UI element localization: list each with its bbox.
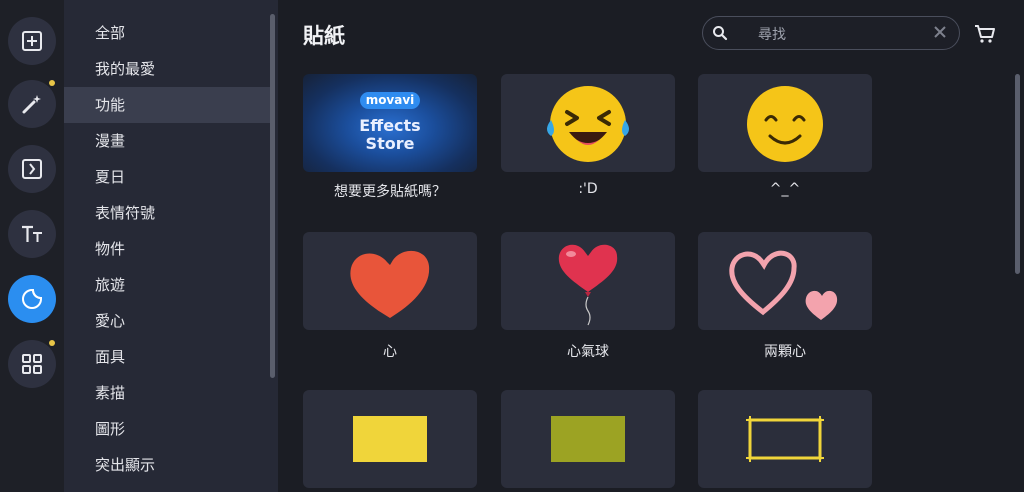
sticker-tile[interactable] bbox=[303, 390, 477, 488]
heart-balloon-icon bbox=[558, 244, 618, 326]
category-item[interactable]: 素描 bbox=[64, 375, 270, 411]
page-title: 貼紙 bbox=[303, 24, 345, 48]
titles-icon bbox=[22, 225, 42, 242]
category-list: 全部 我的最愛 功能 漫畫 夏日 表情符號 物件 旅遊 愛心 面具 素描 圖形 … bbox=[64, 0, 278, 492]
stickers-icon bbox=[22, 289, 42, 309]
tile-caption: 想要更多貼紙嗎？ bbox=[334, 184, 446, 200]
tile-caption: 心 bbox=[383, 344, 397, 360]
stickers-button[interactable] bbox=[8, 275, 56, 323]
sticker-tile[interactable] bbox=[698, 74, 872, 172]
notification-dot bbox=[49, 80, 55, 86]
category-item[interactable]: 愛心 bbox=[64, 303, 270, 339]
category-item[interactable]: 物件 bbox=[64, 231, 270, 267]
sticker-tile[interactable] bbox=[698, 390, 872, 488]
search-input[interactable]: 尋找 bbox=[758, 24, 786, 44]
store-line-1: Effects bbox=[359, 116, 421, 135]
olive-rectangle-icon bbox=[551, 416, 625, 462]
sticker-tile[interactable] bbox=[501, 232, 675, 330]
category-item[interactable]: 全部 bbox=[64, 15, 270, 51]
effects-store-tile[interactable]: movavi Effects Store bbox=[303, 74, 477, 172]
tile-caption: :'D bbox=[578, 181, 598, 197]
category-item[interactable]: 夏日 bbox=[64, 159, 270, 195]
sticker-tile[interactable] bbox=[698, 232, 872, 330]
two-hearts-icon bbox=[729, 250, 838, 320]
frame-outline-icon bbox=[746, 416, 824, 462]
cart-icon[interactable] bbox=[974, 24, 996, 44]
transitions-button[interactable] bbox=[8, 145, 56, 193]
sticker-tile[interactable] bbox=[501, 74, 675, 172]
search-field[interactable]: 尋找 bbox=[702, 16, 960, 50]
tile-caption: 兩顆心 bbox=[764, 344, 806, 360]
category-item[interactable]: 面具 bbox=[64, 339, 270, 375]
close-icon[interactable] bbox=[931, 23, 949, 41]
heart-icon bbox=[350, 250, 430, 318]
category-item[interactable]: 旅遊 bbox=[64, 267, 270, 303]
tile-caption: 心氣球 bbox=[567, 344, 609, 360]
smiling-emoji-icon bbox=[747, 86, 823, 162]
category-scrollbar[interactable] bbox=[270, 14, 275, 378]
sticker-panel: 貼紙 尋找 movavi Effects Store 想要更多貼紙嗎？:'D … bbox=[278, 0, 1024, 492]
sticker-tile[interactable] bbox=[303, 232, 477, 330]
add-media-button[interactable] bbox=[8, 17, 56, 65]
titles-button[interactable] bbox=[8, 210, 56, 258]
notification-dot bbox=[49, 340, 55, 346]
add-media-icon bbox=[22, 31, 42, 51]
category-item[interactable]: 漫畫 bbox=[64, 123, 270, 159]
tile-caption: ^_^ bbox=[769, 181, 801, 197]
more-tools-button[interactable] bbox=[8, 340, 56, 388]
brand-logo: movavi bbox=[360, 92, 420, 109]
category-item[interactable]: 突出顯示 bbox=[64, 447, 270, 483]
magic-wand-icon bbox=[22, 95, 41, 114]
sticker-scrollbar[interactable] bbox=[1015, 74, 1020, 274]
more-tools-icon bbox=[22, 354, 42, 374]
laughing-emoji-icon bbox=[547, 86, 629, 162]
sticker-tile[interactable] bbox=[501, 390, 675, 488]
category-item[interactable]: 圖形 bbox=[64, 411, 270, 447]
store-line-2: Store bbox=[365, 134, 415, 153]
tool-rail bbox=[0, 0, 65, 492]
transition-icon bbox=[22, 159, 42, 179]
category-item[interactable]: 表情符號 bbox=[64, 195, 270, 231]
yellow-rectangle-icon bbox=[353, 416, 427, 462]
search-icon bbox=[713, 26, 728, 41]
filters-button[interactable] bbox=[8, 80, 56, 128]
category-item[interactable]: 我的最愛 bbox=[64, 51, 270, 87]
category-item-active[interactable]: 功能 bbox=[64, 87, 270, 123]
